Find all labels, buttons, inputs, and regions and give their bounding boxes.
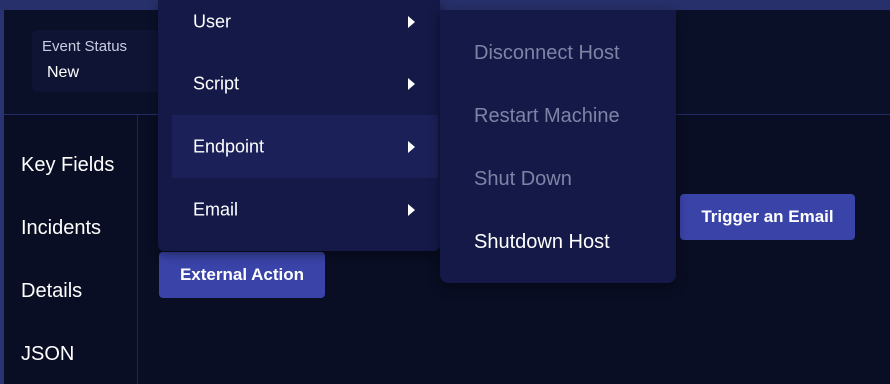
submenu-item-shutdown-host[interactable]: Shutdown Host: [474, 231, 610, 254]
menu-item-label: Email: [193, 199, 239, 219]
sidebar-divider: [137, 115, 138, 384]
event-status-label: Event Status: [42, 38, 128, 55]
menu-item-endpoint[interactable]: Endpoint: [172, 115, 438, 178]
chevron-right-icon: [408, 203, 415, 216]
external-action-button[interactable]: External Action: [159, 252, 325, 298]
sidebar-item-incidents[interactable]: Incidents: [21, 217, 101, 240]
top-band: [0, 0, 890, 10]
endpoint-submenu: Disconnect Host Restart Machine Shut Dow…: [440, 10, 676, 283]
event-status-value: New: [47, 64, 80, 81]
sidebar: Key Fields Incidents Details JSON: [4, 115, 137, 384]
action-menu: User Script Endpoint Email: [158, 0, 440, 251]
trigger-email-button[interactable]: Trigger an Email: [680, 194, 855, 240]
menu-item-email[interactable]: Email: [172, 178, 438, 241]
event-status-card: Event Status New: [32, 30, 162, 92]
menu-item-label: Endpoint: [193, 136, 265, 156]
menu-item-label: Script: [193, 73, 240, 93]
sidebar-item-details[interactable]: Details: [21, 280, 82, 303]
chevron-right-icon: [408, 15, 415, 28]
submenu-item-shut-down: Shut Down: [474, 168, 572, 190]
menu-item-label: User: [193, 11, 232, 31]
sidebar-item-key-fields[interactable]: Key Fields: [21, 154, 114, 177]
menu-item-user[interactable]: User: [172, 0, 438, 53]
menu-item-script[interactable]: Script: [172, 52, 438, 115]
chevron-right-icon: [408, 140, 415, 153]
sidebar-item-json[interactable]: JSON: [21, 343, 74, 366]
submenu-item-disconnect-host: Disconnect Host: [474, 42, 620, 64]
submenu-item-restart-machine: Restart Machine: [474, 105, 620, 127]
chevron-right-icon: [408, 77, 415, 90]
